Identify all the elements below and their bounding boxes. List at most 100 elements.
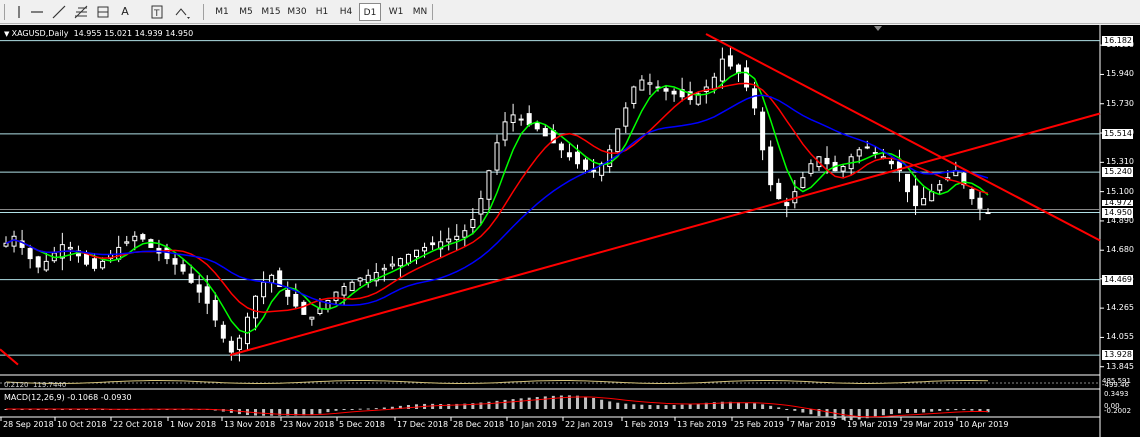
- horizontal-line-icon[interactable]: [28, 3, 46, 21]
- candle-body: [317, 308, 323, 315]
- candle-body: [309, 316, 315, 320]
- trendline-icon[interactable]: [50, 3, 68, 21]
- macd-bar: [946, 409, 950, 411]
- symbol-dropdown-icon[interactable]: ▼: [4, 30, 12, 38]
- text-tool-button[interactable]: A: [116, 3, 134, 21]
- macd-bar: [439, 403, 443, 409]
- macd-bar: [769, 405, 773, 409]
- candle-body: [188, 273, 194, 283]
- timeframe-m1-button[interactable]: M1: [211, 3, 233, 21]
- candle-body: [921, 198, 927, 206]
- price-tick-label: 15.310: [1106, 157, 1134, 167]
- macd-label: MACD(12,26,9) -0.1068 -0.0930: [4, 393, 132, 402]
- macd-bar: [584, 396, 588, 409]
- level-price-box: 14.950: [1102, 207, 1133, 218]
- candle-body: [285, 289, 291, 297]
- candle-body: [502, 121, 508, 141]
- macd-bar: [624, 403, 628, 409]
- macd-bar: [833, 409, 837, 420]
- date-tick-label: 28 Sep 2018: [3, 420, 54, 429]
- macd-bar: [487, 401, 491, 409]
- date-tick-label: 10 Oct 2018: [57, 420, 107, 429]
- price-chart[interactable]: ▼ XAGUSD,Daily 14.955 15.021 14.939 14.9…: [0, 25, 1140, 437]
- candle-body: [180, 264, 186, 272]
- macd-bar: [632, 404, 636, 409]
- candle-body: [937, 184, 943, 191]
- candle-body: [824, 157, 830, 165]
- candle-body: [261, 281, 267, 298]
- macd-bar: [906, 409, 910, 413]
- candle-body: [414, 249, 420, 258]
- candle-body: [43, 260, 49, 271]
- level-price-box: 15.514: [1102, 128, 1133, 139]
- candle-body: [397, 258, 403, 267]
- macd-bar: [519, 398, 523, 409]
- ma-slow-line: [5, 94, 989, 307]
- macd-bar: [809, 409, 813, 415]
- price-tick-label: 13.845: [1106, 361, 1134, 371]
- macd-bar: [511, 399, 515, 409]
- candle-body: [663, 88, 669, 92]
- timeframe-mn-button[interactable]: MN: [409, 3, 431, 21]
- macd-bar: [930, 409, 934, 412]
- date-tick-label: 10 Jan 2019: [509, 420, 557, 429]
- toolbar: A T M1 M5 M15 M30 H1 H4 D1 W1 MN: [0, 0, 1140, 24]
- macd-bar: [914, 409, 918, 413]
- candle-body: [864, 146, 870, 149]
- timeframe-m30-button[interactable]: M30: [285, 3, 309, 21]
- price-tick-label: 14.265: [1106, 303, 1134, 313]
- date-tick-label: 28 Dec 2018: [453, 420, 505, 429]
- svg-text:T: T: [153, 9, 160, 19]
- toolbar-grip: [4, 4, 5, 20]
- arrows-icon[interactable]: [172, 3, 190, 21]
- macd-bar: [857, 409, 861, 420]
- label-icon[interactable]: T: [148, 3, 166, 21]
- candle-body: [27, 247, 33, 260]
- candle-body: [478, 198, 484, 215]
- macd-bar: [680, 404, 684, 409]
- candle-body: [534, 122, 540, 130]
- candle-body: [558, 143, 564, 151]
- level-price-box: 15.240: [1102, 167, 1133, 178]
- timeframe-m5-button[interactable]: M5: [235, 3, 257, 21]
- timeframe-h4-button[interactable]: H4: [335, 3, 357, 21]
- macd-bar: [889, 409, 893, 415]
- candle-body: [253, 295, 259, 319]
- macd-tick-label: -0.2002: [1104, 407, 1132, 415]
- macd-bar: [406, 404, 410, 409]
- chart-canvas[interactable]: [0, 25, 1140, 437]
- fib-channel-icon[interactable]: [94, 3, 112, 21]
- macd-bar: [825, 409, 829, 418]
- symbol-info: ▼ XAGUSD,Daily 14.955 15.021 14.939 14.9…: [4, 29, 193, 38]
- candle-body: [164, 247, 170, 260]
- candle-body: [228, 340, 234, 353]
- candle-body: [244, 316, 250, 345]
- macd-bar: [270, 409, 274, 416]
- cursor-icon[interactable]: [10, 3, 28, 21]
- candle-body: [83, 253, 89, 265]
- macd-bar: [873, 409, 877, 417]
- fibonacci-icon[interactable]: [72, 3, 90, 21]
- candle-body: [574, 151, 580, 165]
- candle-body: [430, 242, 436, 246]
- candle-body: [623, 107, 629, 127]
- timeframe-h1-button[interactable]: H1: [311, 3, 333, 21]
- indicator-tick-label: -499.46: [1102, 381, 1130, 389]
- candle-body: [591, 169, 597, 172]
- macd-bar: [600, 399, 604, 409]
- candle-body: [808, 163, 814, 174]
- candle-body: [92, 258, 98, 269]
- macd-bar: [962, 409, 966, 411]
- macd-bar: [954, 409, 958, 411]
- timeframe-m15-button[interactable]: M15: [259, 3, 283, 21]
- candle-body: [768, 146, 774, 186]
- macd-bar: [543, 396, 547, 409]
- candle-body: [985, 212, 991, 215]
- timeframe-d1-button[interactable]: D1: [359, 3, 381, 21]
- candle-body: [615, 128, 621, 153]
- candle-body: [333, 291, 339, 302]
- candle-body: [711, 76, 717, 90]
- candle-body: [381, 267, 387, 271]
- candle-body: [776, 182, 782, 200]
- timeframe-w1-button[interactable]: W1: [385, 3, 407, 21]
